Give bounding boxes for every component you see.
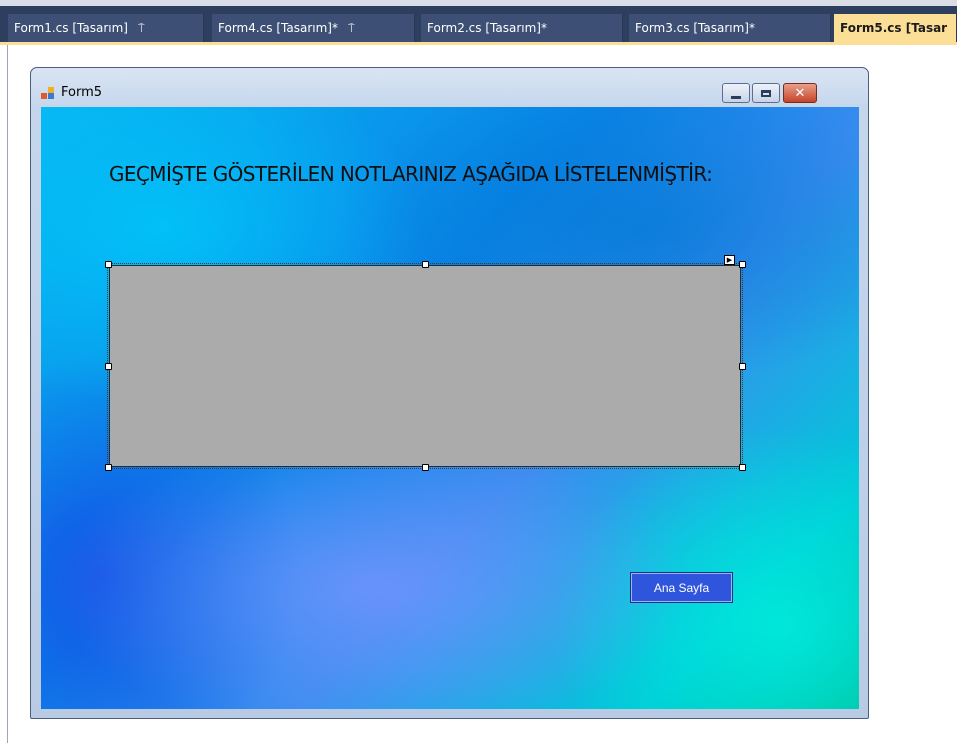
tab-label: Form1.cs [Tasarım]: [14, 21, 128, 35]
form5-window[interactable]: Form5 ✕ GEÇMİŞTE GÖSTERİLEN NOTLARINIZ A…: [30, 67, 869, 719]
pin-icon[interactable]: ⍑: [138, 22, 145, 35]
resize-handle-top-left[interactable]: [105, 261, 112, 268]
tab-form5-design[interactable]: Form5.cs [Tasar: [834, 14, 957, 42]
close-button[interactable]: ✕: [783, 83, 817, 103]
tab-form3-design[interactable]: Form3.cs [Tasarım]*: [629, 14, 831, 42]
tab-label: Form5.cs [Tasar: [840, 21, 948, 35]
pin-icon[interactable]: ⍑: [348, 22, 355, 35]
resize-handle-bottom[interactable]: [422, 464, 429, 471]
tab-form2-design[interactable]: Form2.cs [Tasarım]*: [421, 14, 623, 42]
resize-handle-bottom-right[interactable]: [739, 464, 746, 471]
home-page-button[interactable]: Ana Sayfa: [630, 572, 733, 603]
form-window-icon: [41, 86, 55, 100]
tab-form1-design[interactable]: Form1.cs [Tasarım] ⍑: [8, 14, 204, 42]
resize-handle-bottom-left[interactable]: [105, 464, 112, 471]
resize-handle-left[interactable]: [105, 363, 112, 370]
resize-handle-top[interactable]: [422, 261, 429, 268]
minimize-icon: [731, 95, 741, 99]
tab-label: Form4.cs [Tasarım]*: [218, 21, 338, 35]
form-title-bar[interactable]: Form5 ✕: [31, 68, 868, 108]
designer-canvas-edge: [7, 45, 8, 743]
grades-data-grid[interactable]: [109, 265, 741, 467]
smart-tag-arrow-icon[interactable]: ▶: [724, 255, 735, 265]
tab-label: Form2.cs [Tasarım]*: [427, 21, 547, 35]
resize-handle-top-right[interactable]: [739, 261, 746, 268]
tab-form4-design[interactable]: Form4.cs [Tasarım]* ⍑: [212, 14, 415, 42]
maximize-icon: [761, 89, 771, 97]
form-client-area: GEÇMİŞTE GÖSTERİLEN NOTLARINIZ AŞAĞIDA L…: [41, 107, 859, 709]
resize-handle-right[interactable]: [739, 363, 746, 370]
close-icon: ✕: [794, 85, 806, 101]
minimize-button[interactable]: [722, 83, 750, 103]
active-tab-underline: [0, 42, 957, 45]
tab-label: Form3.cs [Tasarım]*: [635, 21, 755, 35]
form-title: Form5: [61, 85, 103, 100]
maximize-button[interactable]: [752, 83, 780, 103]
grades-heading-label: GEÇMİŞTE GÖSTERİLEN NOTLARINIZ AŞAĞIDA L…: [109, 162, 713, 186]
